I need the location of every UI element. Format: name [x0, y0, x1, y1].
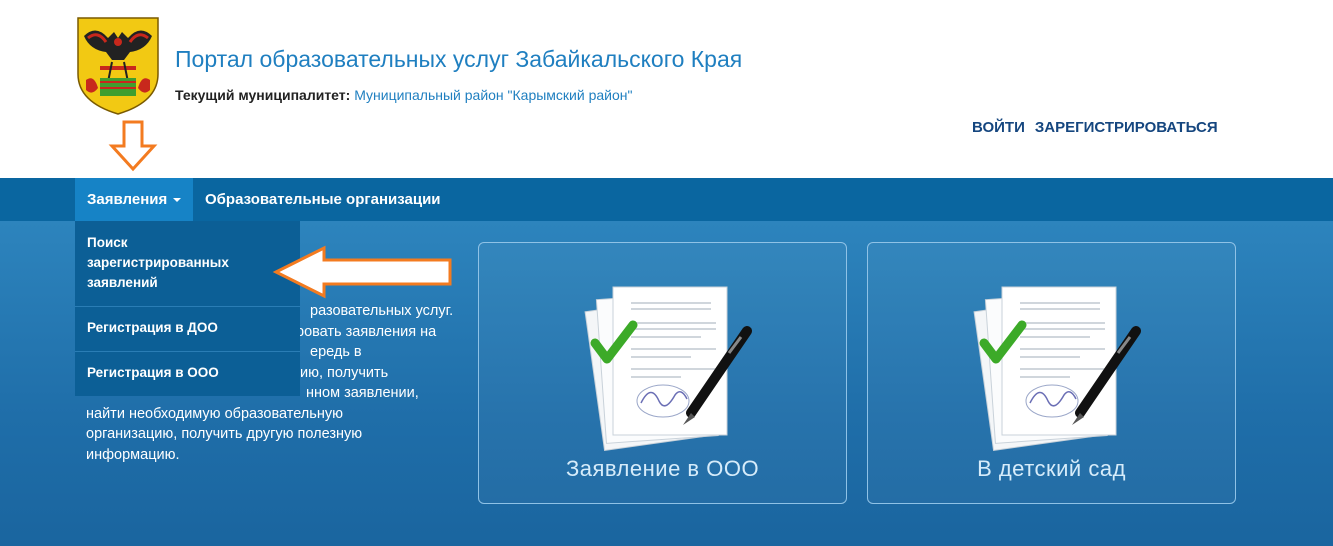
login-link[interactable]: ВОЙТИ: [972, 119, 1025, 136]
register-link[interactable]: ЗАРЕГИСТРИРОВАТЬСЯ: [1035, 119, 1218, 136]
menu-item-label: заявлений: [87, 275, 158, 290]
annotation-arrow-down-icon: [108, 120, 158, 172]
caret-down-icon: [173, 198, 182, 203]
site-title[interactable]: Портал образовательных услуг Забайкальск…: [175, 46, 742, 73]
card-kindergarten-label: В детский сад: [977, 456, 1126, 481]
municipality-link[interactable]: Муниципальный район "Карымский район": [354, 87, 632, 103]
applications-dropdown-menu: Поиск зарегистрированных заявлений Регис…: [75, 221, 300, 396]
hero-line: найти необходимую образовательную: [86, 405, 343, 422]
document-signed-icon: [584, 286, 752, 451]
menu-item-search-applications[interactable]: Поиск зарегистрированных заявлений: [75, 233, 300, 293]
hero-line: информацию.: [86, 446, 180, 463]
document-signed-icon: [973, 286, 1141, 451]
menu-item-register-ooo[interactable]: Регистрация в ООО: [75, 363, 300, 383]
card-kindergarten-application[interactable]: В детский сад: [867, 242, 1236, 504]
coat-of-arms-logo[interactable]: [74, 16, 162, 116]
current-municipality: Текущий муниципалитет: Муниципальный рай…: [175, 87, 632, 103]
site-header: Портал образовательных услуг Забайкальск…: [0, 0, 1333, 178]
menu-divider: [75, 351, 300, 352]
nav-organizations[interactable]: Образовательные организации: [193, 178, 453, 221]
municipality-label: Текущий муниципалитет:: [175, 87, 351, 103]
nav-applications-dropdown[interactable]: Заявления: [75, 178, 194, 221]
nav-applications-label: Заявления: [87, 191, 168, 208]
menu-divider: [75, 306, 300, 307]
menu-item-register-doo[interactable]: Регистрация в ДОО: [75, 318, 300, 338]
menu-item-label: зарегистрированных: [87, 255, 229, 270]
main-navbar: Заявления Образовательные организации: [0, 178, 1333, 221]
auth-links: ВОЙТИ ЗАРЕГИСТРИРОВАТЬСЯ: [972, 119, 1218, 136]
menu-item-label: Поиск: [87, 235, 128, 250]
hero-line: организацию, получить другую полезную: [86, 426, 363, 442]
card-school-application[interactable]: Заявление в ООО: [478, 242, 847, 504]
annotation-arrow-left-icon: [272, 245, 452, 299]
card-school-label: Заявление в ООО: [565, 456, 760, 481]
